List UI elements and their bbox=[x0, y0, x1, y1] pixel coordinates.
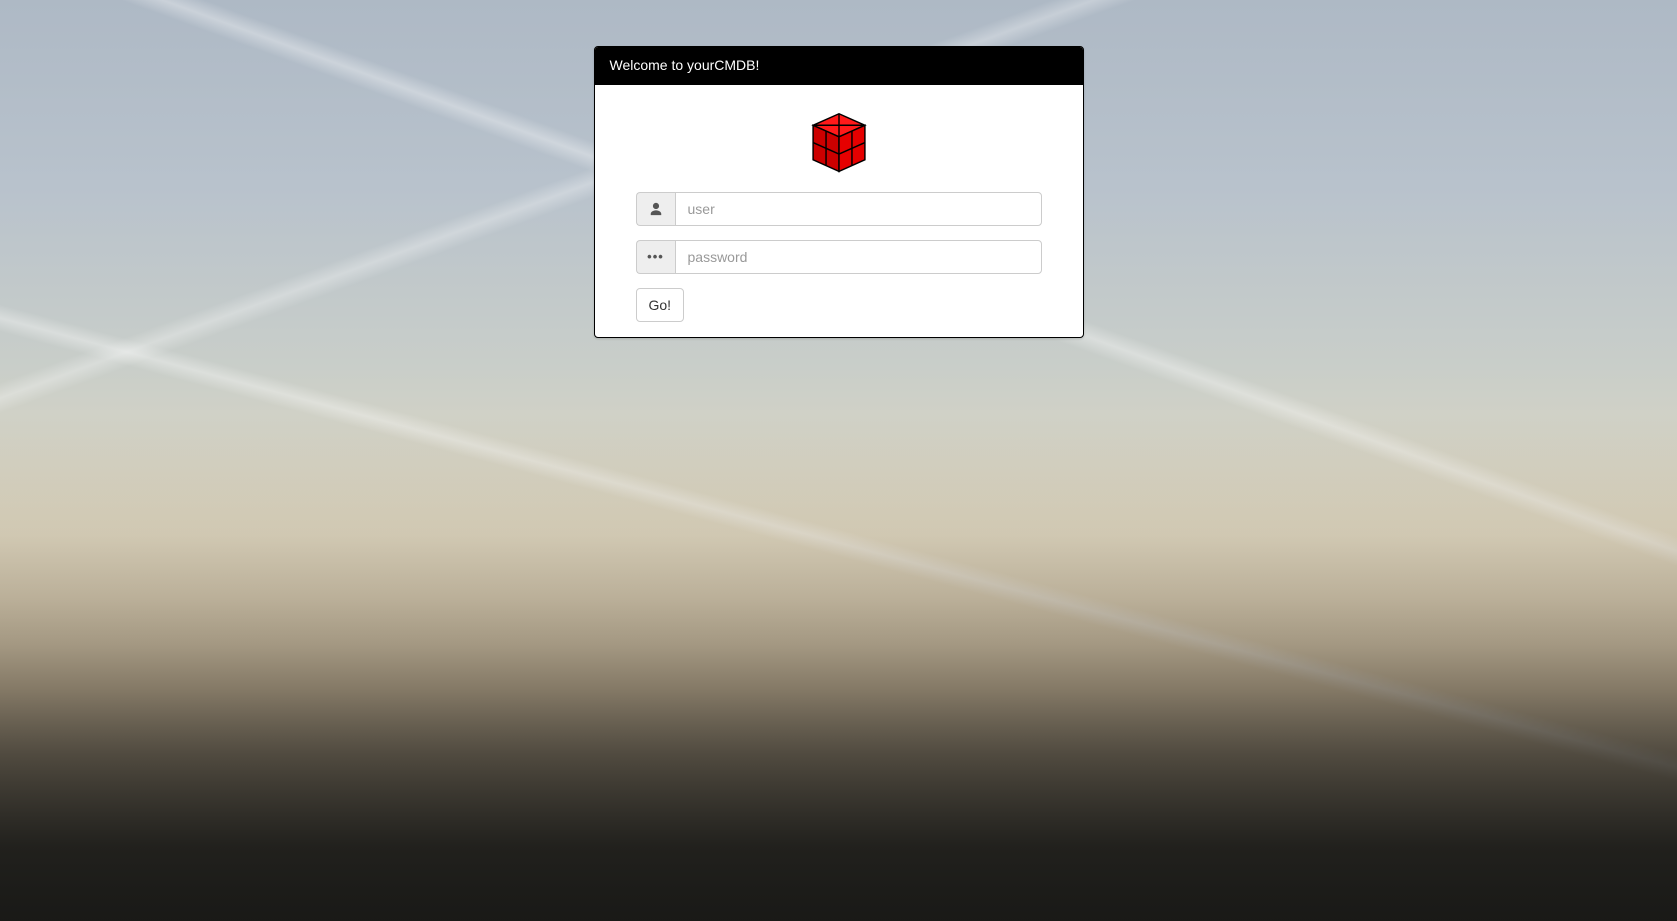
login-panel: Welcome to yourCMDB! bbox=[594, 46, 1084, 338]
panel-title: Welcome to yourCMDB! bbox=[595, 47, 1083, 85]
panel-body: ••• Go! bbox=[595, 85, 1083, 337]
user-input[interactable] bbox=[675, 192, 1042, 226]
logo-container bbox=[610, 108, 1068, 180]
user-icon bbox=[636, 192, 675, 226]
cube-logo-icon bbox=[803, 108, 875, 180]
submit-button[interactable]: Go! bbox=[636, 288, 685, 322]
password-input[interactable] bbox=[675, 240, 1042, 274]
user-input-group bbox=[636, 192, 1042, 226]
password-icon: ••• bbox=[636, 240, 675, 274]
password-input-group: ••• bbox=[636, 240, 1042, 274]
login-form: ••• Go! bbox=[636, 192, 1042, 322]
